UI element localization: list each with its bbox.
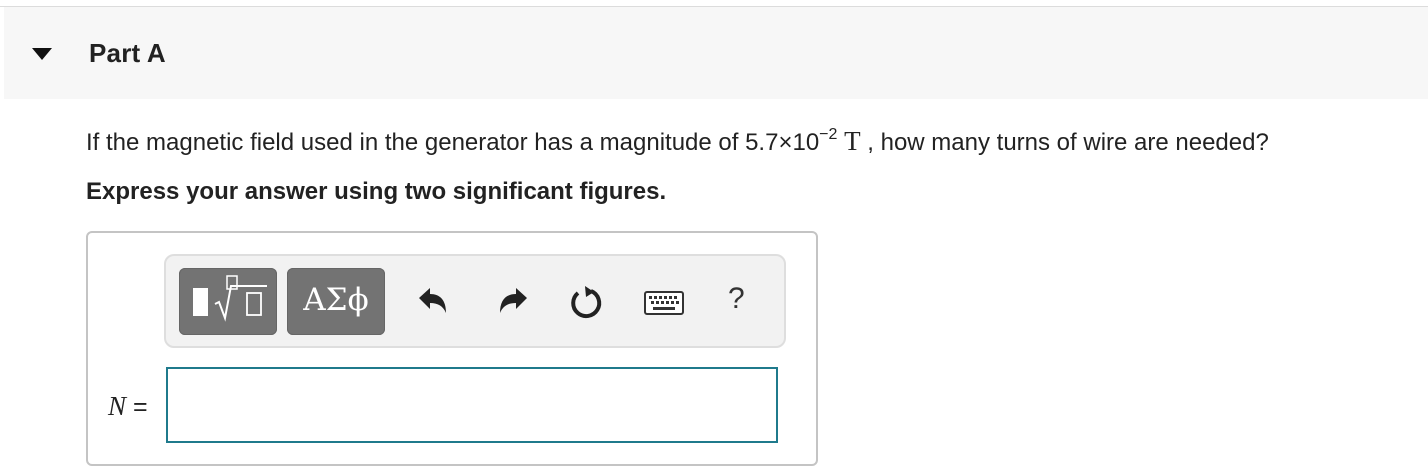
question-text: If the magnetic field used in the genera… [86, 126, 1269, 157]
part-header [4, 7, 1428, 99]
help-button[interactable]: ? [728, 282, 745, 316]
question-text-before: If the magnetic field used in the genera… [86, 129, 820, 156]
templates-button[interactable] [179, 268, 277, 335]
question-text-after: , how many turns of wire are needed? [860, 129, 1269, 156]
symbols-button-label: ΑΣϕ [303, 282, 369, 318]
caret-down-icon[interactable] [30, 46, 54, 62]
redo-icon[interactable] [493, 282, 533, 322]
undo-icon[interactable] [413, 282, 453, 322]
reset-icon[interactable] [566, 282, 606, 322]
question-exponent: −2 [819, 126, 838, 143]
answer-equals: = [126, 393, 148, 421]
answer-instruction: Express your answer using two significan… [86, 178, 667, 205]
keyboard-icon[interactable] [642, 282, 686, 322]
templates-icon [193, 275, 267, 322]
question-unit: T [844, 126, 861, 156]
answer-variable: N [108, 391, 127, 421]
part-title: Part A [89, 38, 166, 68]
answer-box: ΑΣϕ ? N = [86, 231, 818, 466]
answer-variable-label: N = [108, 391, 148, 422]
math-toolbar: ΑΣϕ ? [164, 254, 786, 348]
symbols-button[interactable]: ΑΣϕ [287, 268, 385, 335]
answer-input[interactable] [166, 367, 778, 443]
